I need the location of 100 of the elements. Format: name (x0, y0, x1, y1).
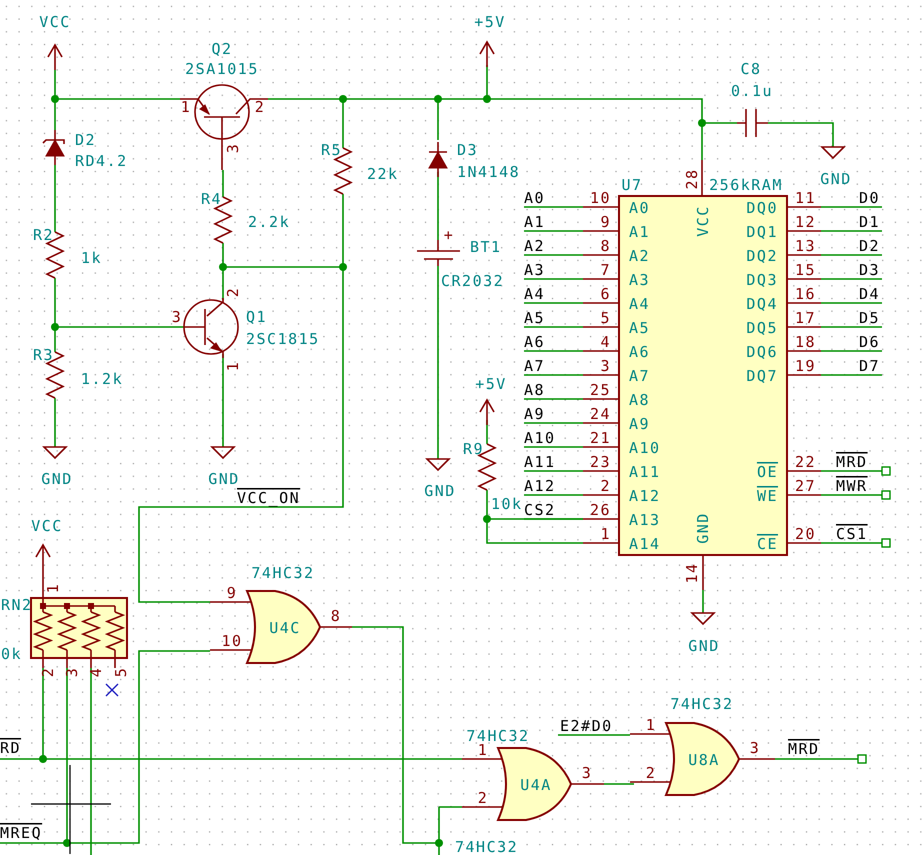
pin-line (787, 230, 821, 232)
value-label: CR2032 (441, 272, 504, 290)
reference-label: R4 (201, 190, 222, 208)
port-icon (881, 466, 891, 476)
wire (524, 278, 583, 280)
diode-icon (42, 130, 65, 165)
pin-line (787, 350, 821, 352)
pin-number: 10 (590, 189, 611, 207)
pin-name: DQ3 (746, 271, 778, 289)
reference-label: R9 (463, 440, 484, 458)
pin-name: DQ1 (746, 223, 778, 241)
pin-name: DQ5 (746, 319, 778, 337)
pin-number: 1 (600, 525, 611, 543)
pin-line (583, 278, 619, 280)
pin-number: 26 (590, 501, 611, 519)
pin-number: 4 (87, 666, 105, 678)
pin-number: 25 (590, 381, 611, 399)
net-label: A10 (524, 429, 556, 447)
pin-line (583, 230, 619, 232)
junction-icon (483, 515, 491, 523)
pin-name: A8 (629, 391, 650, 409)
pin-name: VCC (694, 205, 712, 237)
reference-label: R3 (33, 346, 54, 364)
value-label: 2.2k (248, 213, 290, 231)
net-label: A12 (524, 477, 556, 495)
net-label: A0 (524, 189, 546, 207)
pin-number: 3 (582, 764, 592, 782)
pin-name: DQ2 (746, 247, 778, 265)
or-gate-icon (665, 722, 740, 796)
power-label: GND (424, 482, 456, 500)
net-label: CS2 (524, 501, 556, 519)
pin-number: 13 (795, 237, 816, 255)
pin-name: OE (756, 463, 778, 481)
net-label: A5 (524, 309, 546, 327)
pin-number: 14 (683, 562, 701, 584)
pin-line (787, 542, 821, 544)
pin-name: WE (756, 487, 778, 505)
wire (768, 122, 834, 147)
pin-name: A9 (629, 415, 650, 433)
pin-name: A13 (629, 511, 661, 529)
reference-label: BT1 (470, 238, 502, 256)
power-label: GND (208, 470, 240, 488)
part-label: 74HC32 (251, 564, 315, 582)
port-icon (857, 754, 867, 764)
or-gate-icon (497, 747, 572, 821)
pin-line (571, 783, 604, 785)
pin-line (787, 494, 821, 496)
value-label: 2SA1015 (185, 60, 259, 78)
pin-number: 4 (600, 333, 611, 351)
transistor-icon (179, 84, 269, 171)
net-label: MRD (836, 453, 868, 471)
pin-line (42, 659, 44, 668)
net-label: MRD (788, 740, 820, 758)
pin-line (787, 278, 821, 280)
value-label: RD4.2 (75, 152, 128, 170)
pin-number: 2 (224, 286, 242, 298)
pin-line (583, 302, 619, 304)
pin-number: 23 (590, 453, 611, 471)
wire (524, 254, 583, 256)
pin-number: 10 (221, 632, 243, 650)
pin-number: 2 (646, 764, 656, 782)
ground-icon (425, 458, 451, 472)
pin-number: 17 (795, 309, 816, 327)
pin-number: 28 (683, 168, 701, 190)
pin-line (583, 206, 619, 208)
junction-icon (39, 755, 47, 763)
pin-number: 8 (330, 607, 342, 625)
pin-number: 3 (600, 357, 611, 375)
wire (524, 206, 583, 208)
pin-line (787, 374, 821, 376)
reference-label: R2 (33, 226, 54, 244)
pin-number: 24 (590, 405, 611, 423)
net-label: A2 (524, 237, 546, 255)
wire (821, 350, 882, 352)
pin-number: 22 (795, 453, 816, 471)
pin-name: DQ6 (746, 343, 778, 361)
net-label: RD (0, 739, 22, 757)
pin-name: A11 (629, 463, 661, 481)
pin-line (90, 659, 92, 668)
wire (821, 230, 882, 232)
reference-label: U8A (688, 751, 720, 769)
part-label: 74HC32 (455, 838, 518, 855)
pin-number: 5 (600, 309, 611, 327)
pin-number: 19 (795, 357, 816, 375)
wire (524, 422, 583, 424)
pin-line (787, 206, 821, 208)
value-label: 1.2k (81, 370, 124, 388)
pin-number: 1 (180, 98, 192, 116)
value-label: 1N4148 (457, 163, 520, 181)
wire (524, 446, 583, 448)
pin-line (114, 659, 116, 668)
reference-label: Q1 (246, 308, 268, 326)
wire (524, 350, 583, 352)
pin-line (702, 555, 704, 590)
power-label: VCC (31, 517, 63, 535)
reference-label: D2 (75, 131, 96, 149)
pin-line (787, 326, 821, 328)
pin-line (583, 470, 619, 472)
pin-number: 6 (600, 285, 611, 303)
pin-line (583, 398, 619, 400)
